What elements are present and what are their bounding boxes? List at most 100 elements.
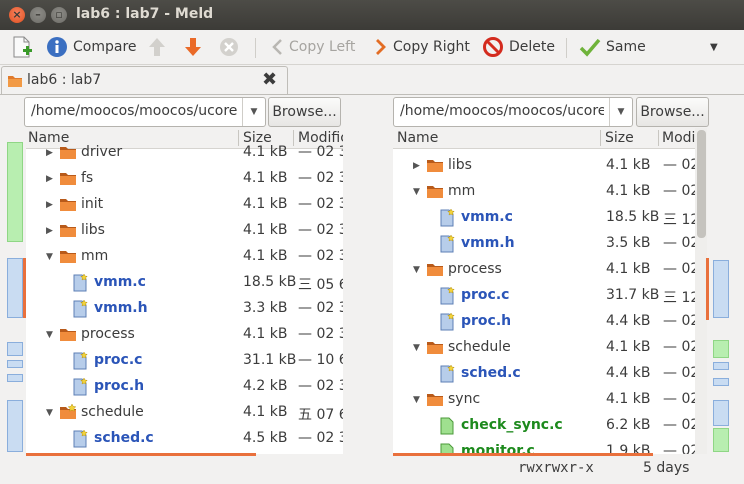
row-modified: — 10 6 xyxy=(298,352,343,368)
expander-closed-icon[interactable]: ▶ xyxy=(46,174,53,184)
right-browse-button[interactable]: Browse... xyxy=(636,97,709,127)
file-row[interactable]: vmm.h3.5 kB— 02 3 xyxy=(393,231,707,257)
row-name: process xyxy=(448,261,502,277)
stop-button[interactable] xyxy=(218,30,245,64)
expander-open-icon[interactable]: ▼ xyxy=(413,187,420,197)
folder-row[interactable]: ▶ fs 4.1 kB — 02 3 xyxy=(26,166,343,192)
row-size: 4.1 kB xyxy=(243,144,288,160)
file-row[interactable]: proc.c 31.1 kB — 10 6 xyxy=(26,348,343,374)
size-column-header[interactable]: Size xyxy=(605,130,634,146)
changed-file-icon xyxy=(73,299,88,318)
folder-icon xyxy=(60,225,76,237)
row-icon xyxy=(426,157,444,177)
folder-row[interactable]: ▶libs4.1 kB— 02 3 xyxy=(26,218,343,244)
window-close-button[interactable]: × xyxy=(9,7,25,23)
changed-file-icon xyxy=(73,351,88,370)
file-row[interactable]: sched.c 4.5 kB — 02 3 xyxy=(26,426,343,452)
file-row[interactable]: vmm.h 3.3 kB — 02 3 xyxy=(26,296,343,322)
row-name: proc.h xyxy=(461,313,512,329)
compare-button[interactable]: Compare xyxy=(46,30,137,64)
left-path-combobox[interactable]: /home/moocos/moocos/ucore ▼ xyxy=(24,97,266,127)
file-row[interactable]: proc.h 4.2 kB — 02 3 xyxy=(26,374,343,400)
tab-strip-border xyxy=(0,94,744,95)
right-folder-tree[interactable]: Name Size Modific ▶libs4.1 kB— 02 3▼mm4.… xyxy=(393,128,707,454)
checkmark-icon xyxy=(579,38,601,57)
folder-icon xyxy=(60,147,76,159)
link-map-changed-block xyxy=(713,260,729,318)
expander-closed-icon[interactable]: ▶ xyxy=(46,200,53,210)
window-minimize-button[interactable]: – xyxy=(30,7,46,23)
row-modified: — 02 3 xyxy=(298,222,343,238)
right-focus-marker xyxy=(706,258,709,320)
center-link-map xyxy=(343,128,391,454)
folder-row[interactable]: ▶ init 4.1 kB — 02 3 xyxy=(26,192,343,218)
right-path-combobox[interactable]: /home/moocos/moocos/ucore ▼ xyxy=(393,97,633,127)
link-map-inserted-block xyxy=(713,340,729,358)
expander-open-icon[interactable]: ▼ xyxy=(413,395,420,405)
expander-open-icon[interactable]: ▼ xyxy=(46,252,53,262)
chevron-down-icon[interactable]: ▼ xyxy=(609,98,632,126)
changed-file-icon xyxy=(73,377,88,396)
folder-row[interactable]: ▼ schedule 4.1 kB 五 07 6 xyxy=(26,400,343,426)
folder-icon xyxy=(60,173,76,185)
folder-row[interactable]: ▶ driver 4.1 kB — 02 3 xyxy=(26,140,343,166)
left-link-map[interactable] xyxy=(4,128,24,454)
file-row[interactable]: proc.h4.4 kB— 02 3 xyxy=(393,309,707,335)
row-name: mm xyxy=(81,248,109,264)
folder-row[interactable]: ▼mm4.1 kB— 02 3 xyxy=(26,244,343,270)
file-row[interactable]: vmm.c18.5 kB三 12 6 xyxy=(393,205,707,231)
window-maximize-button[interactable]: ▫ xyxy=(51,7,67,23)
left-browse-button[interactable]: Browse... xyxy=(268,97,341,127)
previous-change-button[interactable] xyxy=(147,30,172,64)
row-icon xyxy=(439,364,455,387)
new-comparison-button[interactable] xyxy=(10,30,39,64)
file-row[interactable]: sched.c4.4 kB— 02 3 xyxy=(393,361,707,387)
row-name: proc.c xyxy=(94,352,143,368)
expander-open-icon[interactable]: ▼ xyxy=(413,343,420,353)
copy-right-button[interactable]: Copy Right xyxy=(374,30,470,64)
tab-close-icon[interactable]: ✖ xyxy=(262,69,277,90)
expander-open-icon[interactable]: ▼ xyxy=(46,408,53,418)
file-row[interactable]: check_sync.c6.2 kB— 02 3 xyxy=(393,413,707,439)
stop-icon xyxy=(220,38,238,56)
row-modified: 三 05 6 xyxy=(298,277,343,293)
expander-open-icon[interactable]: ▼ xyxy=(413,265,420,275)
file-row[interactable]: monitor.c1.9 kB— 02 3 xyxy=(393,439,707,454)
row-icon xyxy=(426,183,444,203)
delete-button[interactable]: Delete xyxy=(482,30,555,64)
folder-row[interactable]: ▶libs4.1 kB— 02 3 xyxy=(393,153,707,179)
row-modified: — 02 3 xyxy=(298,378,343,394)
row-size: 3.3 kB xyxy=(243,300,288,316)
folder-row[interactable]: ▼schedule4.1 kB— 02 3 xyxy=(393,335,707,361)
scrollbar-thumb[interactable] xyxy=(697,130,706,238)
chevron-down-icon[interactable]: ▼ xyxy=(242,98,265,126)
toolbar-separator xyxy=(566,38,567,58)
folder-row[interactable]: ▼sync4.1 kB— 02 3 xyxy=(393,387,707,413)
file-row[interactable]: vmm.c 18.5 kB 三 05 6 xyxy=(26,270,343,296)
row-modified: — 02 3 xyxy=(298,326,343,342)
row-name: vmm.c xyxy=(461,209,513,225)
folder-icon xyxy=(427,394,443,406)
right-link-map[interactable] xyxy=(710,128,732,454)
modified-folder-icon xyxy=(60,403,77,419)
expander-closed-icon[interactable]: ▶ xyxy=(413,161,420,171)
toolbar-overflow-button[interactable]: ▼ xyxy=(710,30,718,64)
next-change-button[interactable] xyxy=(183,30,208,64)
copy-left-button[interactable]: Copy Left xyxy=(270,30,355,64)
compare-label: Compare xyxy=(73,39,137,55)
expander-closed-icon[interactable]: ▶ xyxy=(46,148,53,158)
expander-closed-icon[interactable]: ▶ xyxy=(46,226,53,236)
copy-right-label: Copy Right xyxy=(393,39,470,55)
left-path-text: /home/moocos/moocos/ucore xyxy=(31,103,237,119)
row-modified: — 02 3 xyxy=(298,144,343,160)
row-icon xyxy=(439,286,455,309)
left-folder-tree[interactable]: Name Size Modific ▶ driver 4.1 kB — 02 3 ▶ fs… xyxy=(26,128,343,454)
folder-row[interactable]: ▼process4.1 kB— 02 3 xyxy=(393,257,707,283)
name-column-header[interactable]: Name xyxy=(397,130,438,146)
same-filter-button[interactable]: Same xyxy=(579,30,646,64)
file-row[interactable]: proc.c31.7 kB三 12 6 xyxy=(393,283,707,309)
column-separator xyxy=(600,130,601,146)
folder-row[interactable]: ▼process4.1 kB— 02 3 xyxy=(26,322,343,348)
folder-row[interactable]: ▼mm4.1 kB— 02 3 xyxy=(393,179,707,205)
expander-open-icon[interactable]: ▼ xyxy=(46,330,53,340)
